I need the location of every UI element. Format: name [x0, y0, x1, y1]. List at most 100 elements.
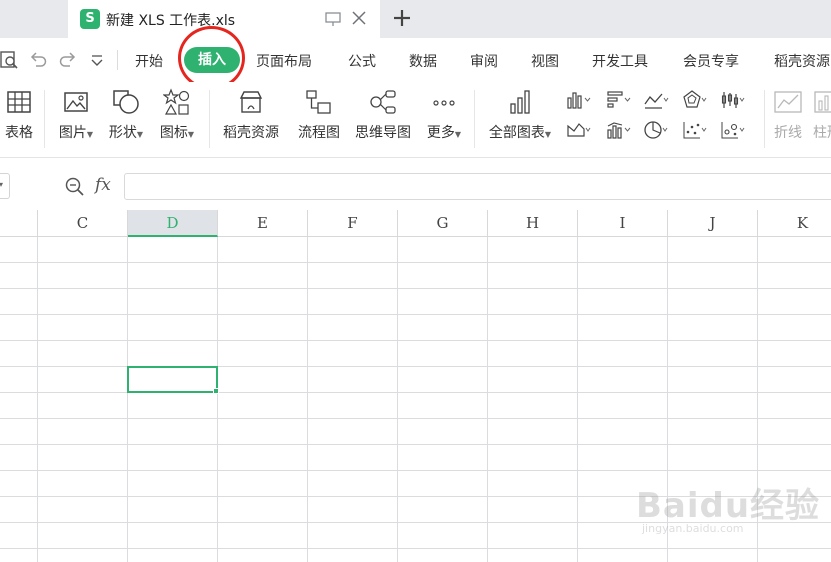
menu-tab-page-layout[interactable]: 页面布局	[256, 51, 312, 71]
column-header-d[interactable]: D	[128, 210, 218, 237]
table-icon	[7, 91, 31, 113]
menu-tab-view[interactable]: 视图	[531, 51, 559, 71]
horizontal-bar-chart-icon[interactable]	[606, 90, 632, 110]
name-box-dropdown[interactable]: ▾	[0, 173, 10, 199]
column-header-e[interactable]: E	[218, 210, 308, 237]
insert-picture-button[interactable]: 图片▼	[54, 88, 98, 150]
column-header-i[interactable]: I	[578, 210, 668, 237]
customize-toolbar-icon[interactable]	[89, 50, 105, 70]
menu-bar: 开始 插入 页面布局 公式 数据 审阅 视图 开发工具 会员专享 稻壳资源	[0, 38, 831, 82]
store-icon	[239, 91, 263, 113]
column-chart-icon[interactable]	[566, 90, 592, 110]
insert-mindmap-button[interactable]: 思维导图	[351, 88, 415, 150]
grid-line	[127, 237, 128, 562]
insert-icon-button[interactable]: 图标▼	[155, 88, 199, 150]
active-cell[interactable]	[127, 366, 218, 393]
chevron-down-icon: ▼	[187, 130, 195, 139]
bar-chart-icon	[510, 90, 530, 114]
combo-chart-icon[interactable]	[606, 120, 632, 140]
chevron-down-icon: ▼	[136, 130, 144, 139]
column-header-g[interactable]: G	[398, 210, 488, 237]
ribbon-separator	[474, 90, 475, 148]
zoom-search-icon[interactable]	[64, 176, 86, 198]
new-tab-icon[interactable]	[392, 7, 412, 29]
watermark-main: Baidu经验	[636, 486, 821, 526]
grid-line	[0, 392, 831, 393]
menu-tab-docer[interactable]: 稻壳资源	[774, 51, 830, 71]
stock-chart-icon[interactable]	[720, 90, 746, 110]
ribbon-separator	[209, 90, 210, 148]
grid-line	[217, 237, 218, 562]
docer-resources-button[interactable]: 稻壳资源	[219, 88, 283, 150]
grid-line	[37, 237, 38, 562]
fill-handle[interactable]	[213, 388, 219, 394]
formula-input[interactable]	[124, 173, 831, 200]
menu-tab-data[interactable]: 数据	[409, 51, 437, 71]
insert-picture-label: 图片	[58, 125, 87, 141]
icons-library-icon	[163, 88, 190, 115]
chevron-down-icon: ▼	[454, 130, 462, 139]
column-header-c[interactable]: C	[38, 210, 128, 237]
chevron-down-icon: ▾	[0, 180, 4, 189]
menu-separator	[117, 50, 118, 70]
grid-line	[0, 262, 831, 263]
column-header-h[interactable]: H	[488, 210, 578, 237]
grid-line	[577, 237, 578, 562]
scatter-chart-icon[interactable]	[682, 120, 708, 140]
chevron-down-icon: ▼	[544, 130, 552, 139]
menu-tab-review[interactable]: 审阅	[470, 51, 498, 71]
grid-line	[397, 237, 398, 562]
fx-function-button[interactable]: fx	[95, 175, 111, 195]
column-chart-button[interactable]: 柱形	[812, 88, 831, 150]
chevron-down-icon: ▼	[86, 130, 94, 139]
more-dots-icon	[433, 100, 455, 106]
grid-line	[0, 314, 831, 315]
watermark-url: jingyan.baidu.com	[642, 522, 744, 535]
bubble-chart-icon[interactable]	[720, 120, 746, 140]
line-chart-label: 折线	[774, 125, 802, 141]
insert-shape-label: 形状	[108, 125, 137, 141]
ribbon-separator	[44, 90, 45, 148]
redo-icon[interactable]	[58, 50, 78, 70]
grid-line	[487, 237, 488, 562]
pie-chart-icon[interactable]	[643, 120, 669, 140]
column-header-j[interactable]: J	[668, 210, 758, 237]
column-header-b[interactable]	[0, 210, 38, 237]
highlight-circle	[178, 26, 245, 90]
picture-icon	[64, 92, 88, 112]
column-header-f[interactable]: F	[308, 210, 398, 237]
insert-icon-label: 图标	[159, 125, 188, 141]
close-tab-icon[interactable]	[350, 9, 368, 27]
insert-mindmap-label: 思维导图	[355, 125, 411, 141]
more-label: 更多	[426, 125, 455, 141]
insert-table-button[interactable]: 表格	[2, 88, 36, 150]
spreadsheet-app-icon: S	[80, 9, 100, 29]
radar-chart-icon[interactable]	[682, 90, 708, 110]
more-button[interactable]: 更多▼	[422, 88, 466, 150]
all-charts-label: 全部图表	[488, 125, 545, 141]
menu-tab-member[interactable]: 会员专享	[683, 51, 739, 71]
print-preview-icon[interactable]	[0, 50, 20, 70]
line-chart-icon[interactable]	[643, 90, 669, 110]
ribbon-separator	[764, 90, 765, 148]
line-chart-large-icon	[774, 91, 802, 113]
insert-shape-button[interactable]: 形状▼	[104, 88, 148, 150]
docer-resources-label: 稻壳资源	[223, 125, 279, 141]
column-chart-label: 柱形	[813, 125, 831, 141]
grid-line	[0, 366, 831, 367]
grid-line	[0, 418, 831, 419]
menu-tab-developer[interactable]: 开发工具	[592, 51, 648, 71]
baidu-jingyan-watermark: Baidu经验 jingyan.baidu.com	[636, 470, 819, 540]
menu-tab-formulas[interactable]: 公式	[348, 51, 376, 71]
pin-window-icon[interactable]	[324, 10, 342, 28]
line-chart-button[interactable]: 折线	[770, 88, 806, 150]
area-chart-icon[interactable]	[566, 120, 592, 140]
shape-icon	[113, 90, 139, 114]
all-charts-button[interactable]: 全部图表▼	[484, 88, 556, 150]
menu-tab-home[interactable]: 开始	[135, 51, 163, 71]
column-header-k[interactable]: K	[758, 210, 831, 237]
flowchart-icon	[306, 90, 331, 114]
insert-table-label: 表格	[5, 125, 33, 141]
undo-icon[interactable]	[28, 50, 48, 70]
insert-flowchart-button[interactable]: 流程图	[294, 88, 344, 150]
